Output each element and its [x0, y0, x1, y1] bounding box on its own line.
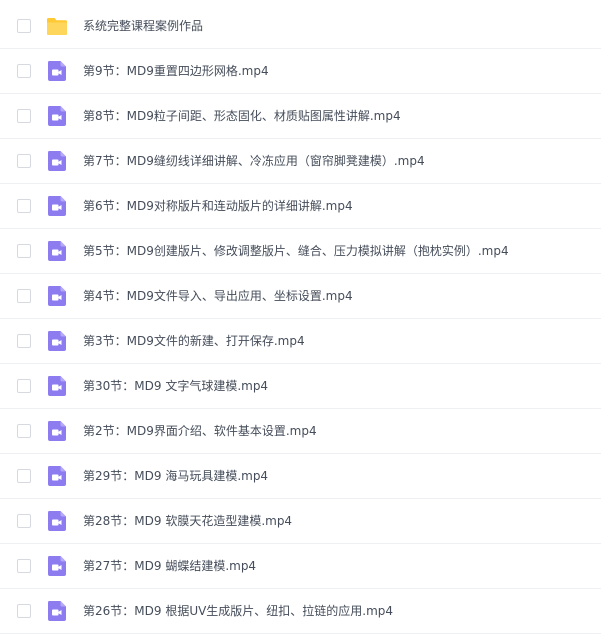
folder-icon [46, 15, 68, 37]
file-name[interactable]: 第3节：MD9文件的新建、打开保存.mp4 [83, 333, 305, 349]
file-name[interactable]: 第30节：MD9 文字气球建模.mp4 [83, 378, 268, 394]
video-file-icon [46, 195, 68, 217]
video-file-icon [46, 330, 68, 352]
file-list: 系统完整课程案例作品第9节：MD9重置四边形网格.mp4 第8节：MD9粒子间距、… [0, 4, 601, 634]
folder-row[interactable]: 系统完整课程案例作品 [0, 4, 601, 49]
row-checkbox[interactable] [17, 424, 31, 438]
video-file-icon [46, 600, 68, 622]
row-checkbox[interactable] [17, 604, 31, 618]
row-checkbox[interactable] [17, 379, 31, 393]
file-row[interactable]: 第4节：MD9文件导入、导出应用、坐标设置.mp4 [0, 274, 601, 319]
row-checkbox[interactable] [17, 19, 31, 33]
file-row[interactable]: 第29节：MD9 海马玩具建模.mp4 [0, 454, 601, 499]
file-name[interactable]: 第5节：MD9创建版片、修改调整版片、缝合、压力模拟讲解（抱枕实例）.mp4 [83, 243, 509, 259]
row-checkbox[interactable] [17, 334, 31, 348]
video-file-icon [46, 420, 68, 442]
row-checkbox[interactable] [17, 154, 31, 168]
file-name[interactable]: 第6节：MD9对称版片和连动版片的详细讲解.mp4 [83, 198, 353, 214]
file-name[interactable]: 第26节：MD9 根据UV生成版片、纽扣、拉链的应用.mp4 [83, 603, 393, 619]
file-name[interactable]: 第27节：MD9 蝴蝶结建模.mp4 [83, 558, 256, 574]
video-file-icon [46, 60, 68, 82]
file-row[interactable]: 第9节：MD9重置四边形网格.mp4 [0, 49, 601, 94]
video-file-icon [46, 375, 68, 397]
file-name[interactable]: 第8节：MD9粒子间距、形态固化、材质贴图属性讲解.mp4 [83, 108, 401, 124]
video-file-icon [46, 240, 68, 262]
row-checkbox[interactable] [17, 64, 31, 78]
row-checkbox[interactable] [17, 199, 31, 213]
row-checkbox[interactable] [17, 469, 31, 483]
video-file-icon [46, 555, 68, 577]
file-row[interactable]: 第8节：MD9粒子间距、形态固化、材质贴图属性讲解.mp4 [0, 94, 601, 139]
file-row[interactable]: 第6节：MD9对称版片和连动版片的详细讲解.mp4 [0, 184, 601, 229]
video-file-icon [46, 150, 68, 172]
video-file-icon [46, 510, 68, 532]
file-row[interactable]: 第7节：MD9缝纫线详细讲解、冷冻应用（窗帘脚凳建模）.mp4 [0, 139, 601, 184]
file-name[interactable]: 第29节：MD9 海马玩具建模.mp4 [83, 468, 268, 484]
file-name[interactable]: 第7节：MD9缝纫线详细讲解、冷冻应用（窗帘脚凳建模）.mp4 [83, 153, 425, 169]
file-row[interactable]: 第26节：MD9 根据UV生成版片、纽扣、拉链的应用.mp4 [0, 589, 601, 634]
row-checkbox[interactable] [17, 244, 31, 258]
file-row[interactable]: 第3节：MD9文件的新建、打开保存.mp4 [0, 319, 601, 364]
file-row[interactable]: 第30节：MD9 文字气球建模.mp4 [0, 364, 601, 409]
video-file-icon [46, 285, 68, 307]
row-checkbox[interactable] [17, 109, 31, 123]
file-name[interactable]: 第2节：MD9界面介绍、软件基本设置.mp4 [83, 423, 317, 439]
file-name[interactable]: 系统完整课程案例作品 [83, 18, 203, 34]
row-checkbox[interactable] [17, 514, 31, 528]
file-row[interactable]: 第27节：MD9 蝴蝶结建模.mp4 [0, 544, 601, 589]
file-name[interactable]: 第28节：MD9 软膜天花造型建模.mp4 [83, 513, 292, 529]
file-row[interactable]: 第2节：MD9界面介绍、软件基本设置.mp4 [0, 409, 601, 454]
file-row[interactable]: 第28节：MD9 软膜天花造型建模.mp4 [0, 499, 601, 544]
video-file-icon [46, 465, 68, 487]
row-checkbox[interactable] [17, 559, 31, 573]
row-checkbox[interactable] [17, 289, 31, 303]
file-name[interactable]: 第9节：MD9重置四边形网格.mp4 [83, 63, 269, 79]
video-file-icon [46, 105, 68, 127]
file-row[interactable]: 第5节：MD9创建版片、修改调整版片、缝合、压力模拟讲解（抱枕实例）.mp4 [0, 229, 601, 274]
file-name[interactable]: 第4节：MD9文件导入、导出应用、坐标设置.mp4 [83, 288, 353, 304]
